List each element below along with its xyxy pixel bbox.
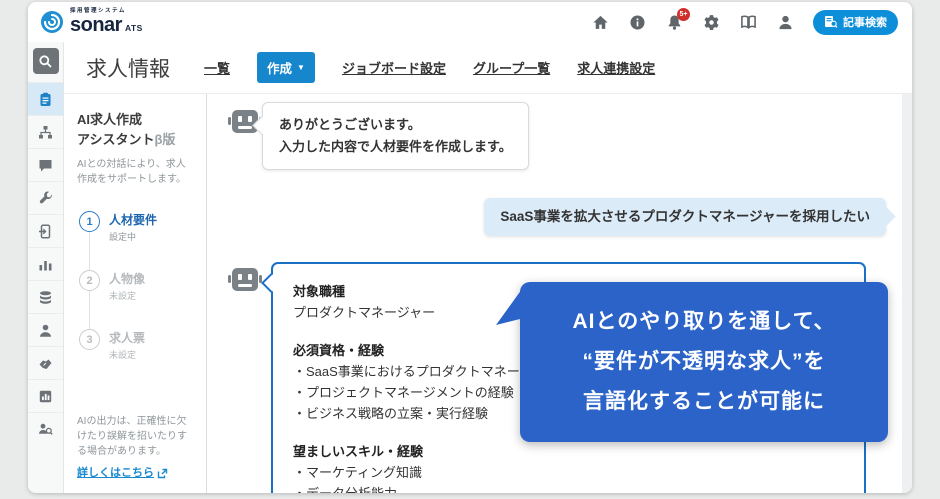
sidebar-item-person-icon[interactable] <box>28 313 63 346</box>
external-link-icon <box>157 468 168 479</box>
info-icon[interactable] <box>628 13 646 31</box>
callout-text: “要件が不透明な求人”を <box>582 350 826 373</box>
article-search-button[interactable]: 記事検索 <box>813 9 898 35</box>
chat-area: ありがとうございます。 入力した内容で人材要件を作成します。 SaaS事業を拡大… <box>207 94 902 493</box>
answer-item: ・データ分析能力 <box>293 483 844 493</box>
bubble-tail <box>877 207 896 226</box>
answer-heading: 望ましいスキル・経験 <box>293 444 424 459</box>
step-item-persona[interactable]: 2 人物像 未設定 <box>79 270 193 302</box>
step-number: 3 <box>79 329 100 350</box>
tab-group-list[interactable]: グループ一覧 <box>473 58 550 77</box>
callout-text: AIとのやり取りを通して、 <box>572 310 836 333</box>
step-item-requirements[interactable]: 1 人材要件 設定中 <box>79 211 193 243</box>
chevron-down-icon: ▼ <box>297 62 305 72</box>
step-list: 1 人材要件 設定中 2 人物像 未設定 3 求人票 未設定 <box>77 211 193 361</box>
step-number: 1 <box>79 211 100 232</box>
sidebar-item-wrench-icon[interactable] <box>28 181 63 214</box>
sidebar-item-jobs-clipboard-icon[interactable] <box>28 82 63 115</box>
logo-suffix: ATS <box>124 23 143 34</box>
sidebar-item-database-icon[interactable] <box>28 280 63 313</box>
step-label: 人物像 <box>109 272 146 286</box>
tab-job-link-settings[interactable]: 求人連携設定 <box>577 58 655 77</box>
user-message-bubble: SaaS事業を拡大させるプロダクトマネージャーを採用したい <box>484 198 896 236</box>
top-navbar: 採用管理システム sonar ATS 5+ 記事検索 <box>28 2 912 42</box>
robot-avatar <box>228 266 262 294</box>
step-item-job-posting[interactable]: 3 求人票 未設定 <box>79 329 193 361</box>
step-status: 設定中 <box>109 232 137 242</box>
sidebar-item-report-icon[interactable] <box>28 379 63 412</box>
manual-book-icon[interactable] <box>739 13 757 31</box>
step-label: 求人票 <box>109 331 146 345</box>
assistant-description: AIとの対話により、求人作成をサポートします。 <box>77 159 186 185</box>
article-search-label: 記事検索 <box>843 17 887 29</box>
app-window: 採用管理システム sonar ATS 5+ 記事検索 求人情報 一覧 作成 ▼ … <box>28 2 912 493</box>
page-header: 求人情報 一覧 作成 ▼ ジョブボード設定 グループ一覧 求人連携設定 <box>64 42 912 94</box>
sidebar-item-people-search-icon[interactable] <box>28 412 63 445</box>
step-status: 未設定 <box>109 350 137 360</box>
more-info-link[interactable]: 詳しくはこちら <box>77 466 168 481</box>
tab-bar: 一覧 作成 ▼ ジョブボード設定 グループ一覧 求人連携設定 <box>204 52 655 83</box>
tab-create[interactable]: 作成 ▼ <box>257 52 315 83</box>
sonar-logo-icon <box>41 11 63 33</box>
callout-text: 言語化することが可能に <box>583 390 825 413</box>
tab-jobboard-settings[interactable]: ジョブボード設定 <box>342 58 446 77</box>
sidebar-item-chat-icon[interactable] <box>28 148 63 181</box>
sidebar-item-bar-chart-icon[interactable] <box>28 247 63 280</box>
sidebar-item-sitemap-icon[interactable] <box>28 115 63 148</box>
page-background: 採用管理システム sonar ATS 5+ 記事検索 求人情報 一覧 作成 ▼ … <box>0 0 940 499</box>
ai-disclaimer: AIの出力は、正確性に欠けたり誤解を招いたりする場合があります。 詳しくはこちら <box>77 416 187 481</box>
sidebar-item-handshake-icon[interactable] <box>28 346 63 379</box>
settings-gear-icon[interactable] <box>702 13 720 31</box>
ai-assistant-panel: AI求人作成 アシスタントβ版 AIとの対話により、求人作成をサポートします。 … <box>64 94 207 493</box>
sidebar-item-device-icon[interactable] <box>28 214 63 247</box>
logo-text: sonar <box>70 14 122 37</box>
sonar-logo[interactable]: 採用管理システム sonar ATS <box>40 8 143 37</box>
answer-item: ・マーケティング知識 <box>293 465 422 480</box>
bot-message-bubble: ありがとうございます。 入力した内容で人材要件を作成します。 <box>252 102 529 170</box>
tab-list[interactable]: 一覧 <box>204 58 230 77</box>
step-label: 人材要件 <box>109 213 158 227</box>
assistant-title: AI求人作成 アシスタントβ版 <box>77 112 176 147</box>
notifications-bell-icon[interactable]: 5+ <box>665 8 690 31</box>
step-number: 2 <box>79 270 100 291</box>
feature-callout: AIとのやり取りを通して、 “要件が不透明な求人”を 言語化することが可能に <box>496 282 888 442</box>
beta-label: β版 <box>154 132 176 147</box>
article-search-icon <box>825 16 838 28</box>
notification-badge: 5+ <box>677 8 690 21</box>
user-icon[interactable] <box>776 13 794 31</box>
page-title: 求人情報 <box>86 57 170 81</box>
step-status: 未設定 <box>109 291 137 301</box>
home-icon[interactable] <box>591 13 609 31</box>
bubble-tail <box>261 273 281 293</box>
icon-sidebar <box>28 42 64 493</box>
search-icon[interactable] <box>32 48 59 74</box>
